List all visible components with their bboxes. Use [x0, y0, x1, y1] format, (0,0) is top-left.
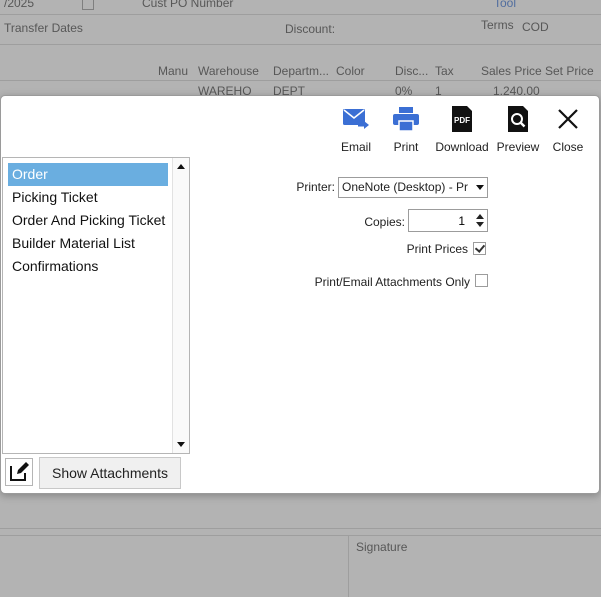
printer-select-value: OneNote (Desktop) - Pr	[342, 180, 469, 194]
close-button[interactable]: Close	[543, 104, 593, 154]
print-dialog: Email Print PDF Download Preview Close O…	[0, 95, 600, 494]
print-prices-label: Print Prices	[406, 242, 468, 256]
report-list-item[interactable]: Picking Ticket	[8, 186, 168, 209]
report-list[interactable]: Order Picking Ticket Order And Picking Tic…	[2, 157, 190, 454]
email-label: Email	[340, 140, 371, 154]
print-button[interactable]: Print	[381, 104, 431, 154]
show-attachments-button[interactable]: Show Attachments	[39, 457, 181, 489]
copies-stepper[interactable]	[408, 209, 488, 232]
download-label: Download	[435, 140, 489, 154]
attachments-only-label: Print/Email Attachments Only	[314, 275, 470, 289]
preview-button[interactable]: Preview	[493, 104, 543, 154]
printer-icon	[391, 104, 421, 134]
edit-icon	[10, 462, 29, 481]
print-prices-checkbox[interactable]	[473, 242, 486, 255]
print-label: Print	[393, 140, 419, 154]
spin-up-icon[interactable]	[476, 214, 484, 219]
report-list-item[interactable]: Order And Picking Ticket	[8, 209, 168, 232]
report-list-item[interactable]: Builder Material List	[8, 232, 168, 255]
dialog-toolbar: Email Print PDF Download Preview Close	[331, 104, 593, 154]
preview-icon	[503, 104, 533, 134]
email-icon	[341, 104, 371, 134]
report-list-item[interactable]: Confirmations	[8, 255, 168, 278]
report-list-items: Order Picking Ticket Order And Picking Tic…	[8, 163, 168, 278]
email-button[interactable]: Email	[331, 104, 381, 154]
scroll-down-icon[interactable]	[177, 442, 185, 447]
copies-label: Copies:	[364, 215, 405, 229]
edit-button[interactable]	[5, 458, 33, 486]
close-label: Close	[552, 140, 584, 154]
preview-label: Preview	[496, 140, 540, 154]
report-list-item[interactable]: Order	[8, 163, 168, 186]
report-list-scrollbar[interactable]	[172, 158, 189, 453]
svg-text:PDF: PDF	[454, 116, 470, 125]
attachments-only-checkbox[interactable]	[475, 274, 488, 287]
chevron-down-icon	[476, 185, 484, 190]
spin-down-icon[interactable]	[476, 222, 484, 227]
scroll-up-icon[interactable]	[177, 164, 185, 169]
close-icon	[553, 104, 583, 134]
download-button[interactable]: PDF Download	[431, 104, 493, 154]
copies-input[interactable]	[409, 210, 465, 231]
checkmark-icon	[474, 242, 486, 253]
printer-label: Printer:	[296, 180, 335, 194]
printer-select[interactable]: OneNote (Desktop) - Pr	[338, 177, 488, 198]
pdf-icon: PDF	[447, 104, 477, 134]
